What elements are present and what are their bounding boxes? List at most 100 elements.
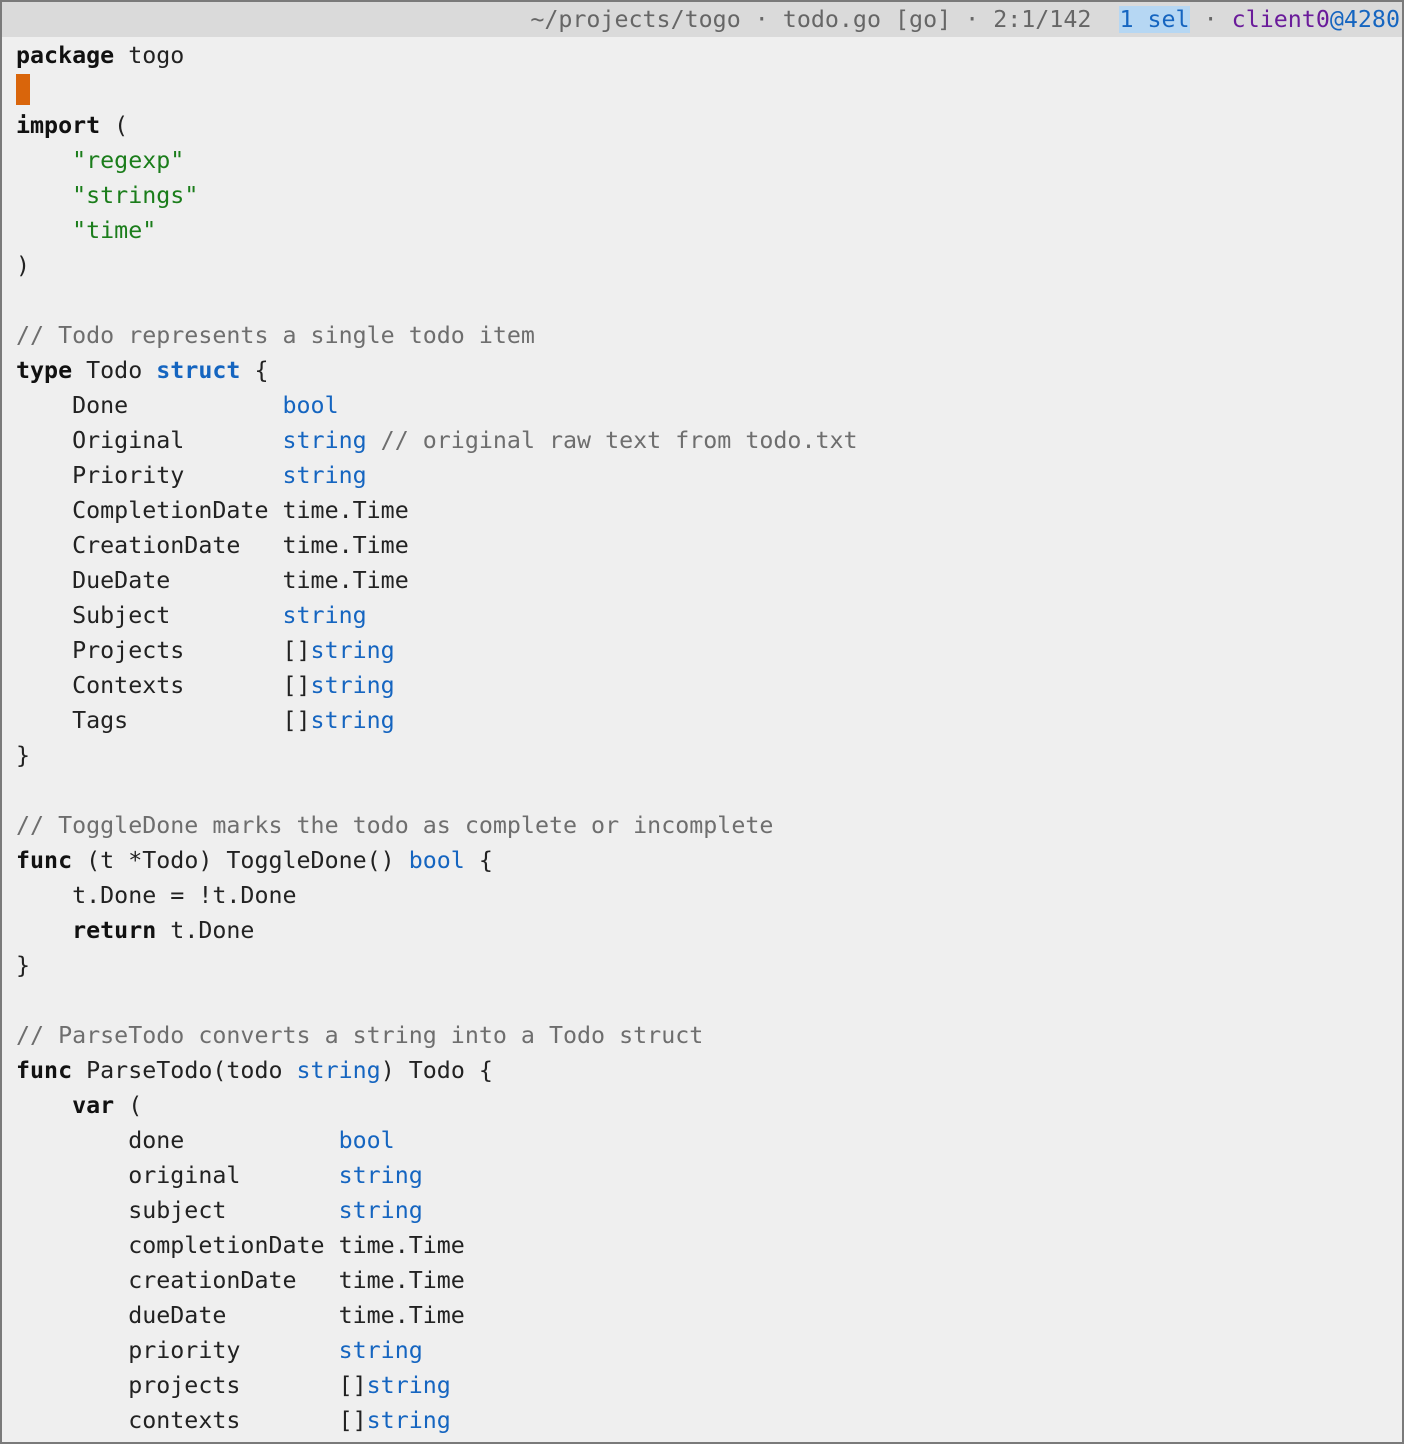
code-text: creationDate time.Time: [16, 1267, 465, 1294]
code-line[interactable]: CompletionDate time.Time: [16, 493, 1402, 528]
code-line[interactable]: package togo: [16, 38, 1402, 73]
comment: // ParseTodo converts a string into a To…: [16, 1022, 704, 1049]
type-name: bool: [338, 1127, 395, 1154]
keyword: func: [16, 1057, 73, 1084]
code-text: ) Todo {: [380, 1057, 493, 1084]
code-text: Contexts []: [16, 672, 311, 699]
code-line[interactable]: Subject string: [16, 598, 1402, 633]
code-text: DueDate time.Time: [16, 567, 409, 594]
code-line[interactable]: priority string: [16, 1333, 1402, 1368]
code-text: done: [16, 1127, 339, 1154]
code-line[interactable]: Priority string: [16, 458, 1402, 493]
keyword: return: [72, 917, 157, 944]
code-text: Priority: [16, 462, 283, 489]
code-text: t.Done = !t.Done: [16, 882, 297, 909]
code-line[interactable]: subject string: [16, 1193, 1402, 1228]
code-text: togo: [114, 42, 185, 69]
code-buffer[interactable]: package togo import ( "regexp" "strings" …: [16, 38, 1402, 1438]
status-separator: ·: [951, 6, 994, 33]
code-line[interactable]: }: [16, 948, 1402, 983]
code-line[interactable]: [16, 773, 1402, 808]
code-line[interactable]: Tags []string: [16, 703, 1402, 738]
code-text: completionDate time.Time: [16, 1232, 465, 1259]
code-text: priority: [16, 1337, 339, 1364]
type-name: string: [338, 1337, 423, 1364]
type-name: string: [282, 602, 367, 629]
code-line[interactable]: contexts []string: [16, 1403, 1402, 1438]
code-line[interactable]: done bool: [16, 1123, 1402, 1158]
code-line[interactable]: [16, 73, 1402, 108]
code-line[interactable]: "time": [16, 213, 1402, 248]
code-line[interactable]: Contexts []string: [16, 668, 1402, 703]
comment: // original raw text from todo.txt: [366, 427, 858, 454]
code-line[interactable]: // Todo represents a single todo item: [16, 318, 1402, 353]
code-text: Subject: [16, 602, 283, 629]
code-line[interactable]: Original string // original raw text fro…: [16, 423, 1402, 458]
code-line[interactable]: completionDate time.Time: [16, 1228, 1402, 1263]
code-line[interactable]: func (t *Todo) ToggleDone() bool {: [16, 843, 1402, 878]
text-cursor: [16, 74, 30, 105]
code-text: t.Done: [156, 917, 255, 944]
code-line[interactable]: "strings": [16, 178, 1402, 213]
string-literal: "strings": [72, 182, 199, 209]
code-text: original: [16, 1162, 339, 1189]
type-name: bool: [408, 847, 465, 874]
code-line[interactable]: }: [16, 738, 1402, 773]
keyword: var: [72, 1092, 115, 1119]
type-name: string: [310, 707, 395, 734]
code-text: {: [464, 847, 493, 874]
keyword: import: [16, 112, 101, 139]
status-separator: ·: [1189, 6, 1232, 33]
type-name: bool: [282, 392, 339, 419]
status-path: ~/projects/togo: [530, 6, 741, 33]
status-filetype: [go]: [895, 6, 952, 33]
code-line[interactable]: t.Done = !t.Done: [16, 878, 1402, 913]
type-name: string: [366, 1372, 451, 1399]
type-name: string: [282, 462, 367, 489]
code-text: ): [16, 252, 31, 279]
code-text: CompletionDate time.Time: [16, 497, 409, 524]
keyword: package: [16, 42, 115, 69]
code-line[interactable]: func ParseTodo(todo string) Todo {: [16, 1053, 1402, 1088]
editor-window[interactable]: ~/projects/togo · todo.go [go] · 2:1/142…: [0, 0, 1404, 1444]
type-name: string: [310, 637, 395, 664]
code-line[interactable]: // ParseTodo converts a string into a To…: [16, 1018, 1402, 1053]
code-line[interactable]: [16, 283, 1402, 318]
code-line[interactable]: dueDate time.Time: [16, 1298, 1402, 1333]
code-text: (: [114, 1092, 143, 1119]
code-line[interactable]: [16, 983, 1402, 1018]
code-text: ParseTodo(todo: [72, 1057, 297, 1084]
status-session-id: @4280: [1329, 6, 1400, 33]
code-line[interactable]: // ToggleDone marks the todo as complete…: [16, 808, 1402, 843]
code-text: Original: [16, 427, 283, 454]
code-line[interactable]: original string: [16, 1158, 1402, 1193]
code-line[interactable]: ): [16, 248, 1402, 283]
status-cursor-position: 2:1/142: [993, 6, 1092, 33]
code-line[interactable]: Done bool: [16, 388, 1402, 423]
code-line[interactable]: Projects []string: [16, 633, 1402, 668]
code-text: (t *Todo) ToggleDone(): [72, 847, 409, 874]
status-selection-count: 1 sel: [1119, 6, 1190, 33]
type-name: string: [310, 672, 395, 699]
code-text: }: [16, 742, 31, 769]
code-line[interactable]: DueDate time.Time: [16, 563, 1402, 598]
keyword: type: [16, 357, 73, 384]
string-literal: "time": [72, 217, 157, 244]
code-line[interactable]: creationDate time.Time: [16, 1263, 1402, 1298]
code-line[interactable]: return t.Done: [16, 913, 1402, 948]
type-name: string: [296, 1057, 381, 1084]
code-line[interactable]: "regexp": [16, 143, 1402, 178]
code-line[interactable]: var (: [16, 1088, 1402, 1123]
code-line[interactable]: CreationDate time.Time: [16, 528, 1402, 563]
type-name: string: [282, 427, 367, 454]
code-line[interactable]: type Todo struct {: [16, 353, 1402, 388]
code-text: CreationDate time.Time: [16, 532, 409, 559]
type-name: string: [338, 1162, 423, 1189]
code-text: }: [16, 952, 31, 979]
code-line[interactable]: import (: [16, 108, 1402, 143]
code-text: (: [100, 112, 129, 139]
code-line[interactable]: projects []string: [16, 1368, 1402, 1403]
